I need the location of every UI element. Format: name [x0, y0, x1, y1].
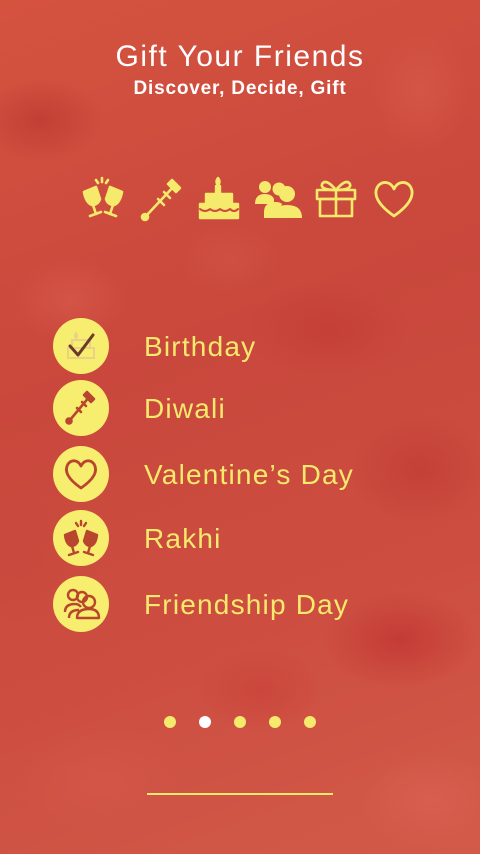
occasion-icon-strip	[78, 172, 414, 226]
occasion-badge	[53, 318, 109, 374]
page-dot-5[interactable]	[304, 716, 316, 728]
rocket-firework-icon	[140, 178, 182, 222]
occasion-badge	[53, 576, 109, 632]
page-dot-4[interactable]	[269, 716, 281, 728]
header: Gift Your Friends Discover, Decide, Gift	[0, 38, 480, 102]
rocket-firework-icon	[65, 390, 96, 425]
occasion-label: Friendship Day	[144, 589, 350, 620]
page-indicator	[164, 716, 324, 728]
heart-icon	[374, 181, 414, 218]
page-dot-1[interactable]	[164, 716, 176, 728]
occasion-label: Valentine’s Day	[144, 459, 354, 490]
bottom-divider	[147, 793, 333, 795]
occasion-item-diwali[interactable]: Diwali	[0, 380, 480, 438]
birthday-cake-icon	[198, 176, 240, 220]
page-dot-3[interactable]	[234, 716, 246, 728]
page-subtitle: Discover, Decide, Gift	[133, 78, 347, 99]
friends-group-icon	[255, 181, 302, 218]
occasion-item-valentines-day[interactable]: Valentine’s Day	[0, 446, 480, 504]
occasion-item-friendship-day[interactable]: Friendship Day	[0, 576, 480, 634]
gift-box-icon	[315, 180, 357, 218]
occasion-badge	[53, 380, 109, 436]
page-dot-2-active[interactable]	[199, 716, 211, 728]
occasion-item-rakhi[interactable]: Rakhi	[0, 510, 480, 568]
occasion-label: Birthday	[144, 331, 257, 362]
check-cake-icon	[67, 331, 95, 359]
occasion-item-birthday[interactable]: Birthday	[0, 318, 480, 376]
champagne-glasses-icon	[82, 176, 124, 218]
occasion-badge	[53, 446, 109, 502]
occasion-badge	[53, 510, 109, 566]
page-title: Gift Your Friends	[115, 40, 365, 73]
heart-icon	[65, 459, 97, 490]
champagne-glasses-icon	[63, 519, 99, 557]
occasion-label: Rakhi	[144, 523, 222, 554]
occasion-label: Diwali	[144, 393, 226, 424]
friends-group-icon	[63, 588, 101, 620]
